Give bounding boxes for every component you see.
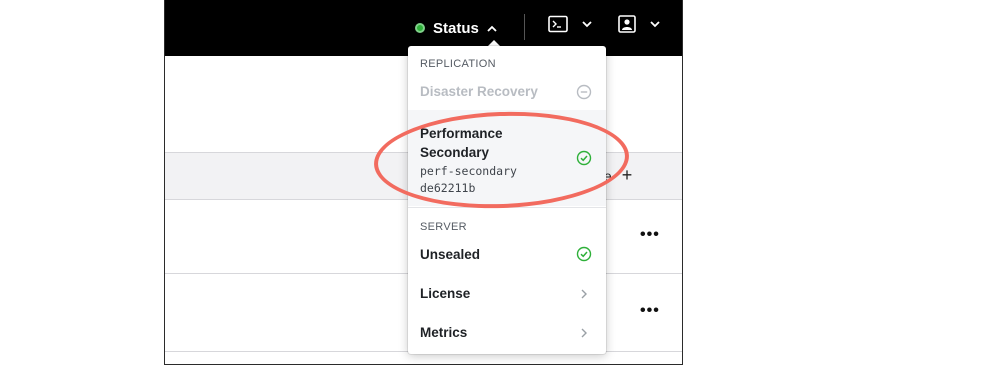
- row-menu-icon[interactable]: •••: [640, 302, 660, 320]
- disabled-icon: [576, 84, 592, 100]
- metrics-item[interactable]: Metrics: [408, 322, 606, 352]
- user-icon: [618, 15, 636, 33]
- replication-heading: REPLICATION: [420, 58, 496, 70]
- chevron-right-icon: [581, 289, 587, 299]
- metrics-label: Metrics: [420, 325, 468, 340]
- disaster-recovery-item[interactable]: Disaster Recovery: [408, 82, 606, 110]
- navbar-divider: [524, 14, 525, 40]
- terminal-icon: [548, 15, 568, 33]
- license-label: License: [420, 286, 471, 301]
- chevron-right-icon: [581, 328, 587, 338]
- server-heading: SERVER: [420, 221, 467, 233]
- row-menu-icon[interactable]: •••: [640, 226, 660, 244]
- status-dot-icon: [415, 23, 425, 33]
- unsealed-label: Unsealed: [420, 247, 481, 262]
- unsealed-item[interactable]: Unsealed: [408, 244, 606, 274]
- disaster-recovery-label: Disaster Recovery: [420, 84, 538, 99]
- status-label: Status: [433, 19, 479, 37]
- chevron-down-icon: [582, 20, 592, 27]
- chevron-down-icon: [650, 20, 660, 27]
- user-menu-button[interactable]: [618, 15, 660, 33]
- status-menu-button[interactable]: Status: [415, 14, 497, 42]
- chevron-up-icon: [487, 25, 497, 32]
- console-menu-button[interactable]: [548, 15, 592, 33]
- license-item[interactable]: License: [408, 283, 606, 313]
- check-circle-icon: [576, 246, 592, 262]
